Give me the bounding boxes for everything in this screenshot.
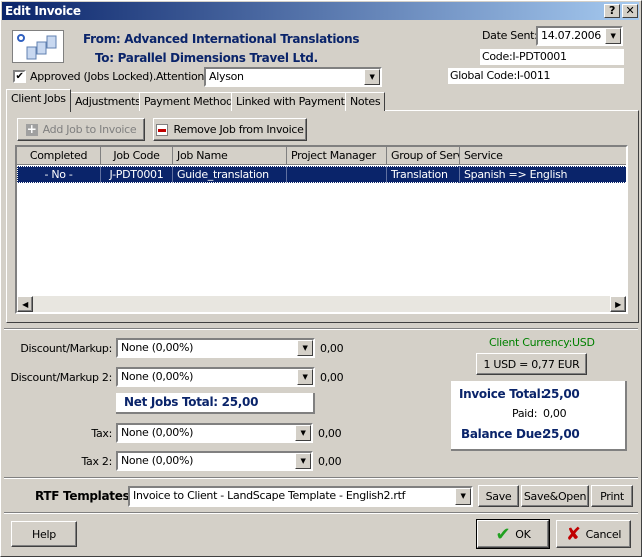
tax2-value-text: None (0,00%) [121,454,194,467]
col-completed[interactable]: Completed [17,147,101,165]
cell-service: Spanish => English [460,166,626,183]
tab-adjustments[interactable]: Adjustments [70,92,146,111]
save-open-button[interactable]: Save&Open [521,485,589,507]
col-job-code[interactable]: Job Code [101,147,173,165]
attention-select[interactable]: Alyson ▼ [204,67,382,87]
approved-checkbox[interactable]: ✔ [13,70,26,83]
cancel-button[interactable]: ✘ Cancel [556,520,631,548]
paid-label: Paid: [512,407,538,420]
tab-linked-with-payments[interactable]: Linked with Payments [231,92,356,111]
invoice-total-label: Invoice Total: [459,387,545,401]
tax2-amount: 0,00 [318,455,342,468]
divider [4,477,638,479]
remove-job-label: Remove Job from Invoice [173,123,304,136]
help-button[interactable]: Help [11,521,77,547]
ok-label: OK [515,527,531,541]
approved-label: Approved (Jobs Locked). [30,70,157,83]
global-code-field: Global Code:I-0011 [448,68,624,84]
col-project-manager[interactable]: Project Manager [287,147,387,165]
paid-value: 0,00 [543,407,567,420]
from-label: From: Advanced International Translation… [83,32,360,46]
discount2-value-text: None (0,00%) [121,370,194,383]
print-button[interactable]: Print [591,485,633,507]
client-currency: Client Currency:USD [489,336,595,349]
x-icon: ✘ [565,523,581,545]
code-field: Code:I-PDT0001 [480,49,624,65]
net-jobs-total: Net Jobs Total: 25,00 [116,393,315,414]
scroll-right-icon[interactable]: ▶ [610,296,626,312]
help-title-button[interactable]: ? [604,4,620,18]
dropdown-arrow-icon[interactable]: ▼ [297,340,313,356]
dropdown-arrow-icon[interactable]: ▼ [455,488,471,505]
tax-value-text: None (0,00%) [121,426,194,439]
cell-project-manager [287,166,387,183]
invoice-total-value: 25,00 [543,387,580,401]
dropdown-arrow-icon[interactable]: ▼ [364,69,380,85]
date-sent-value: 14.07.2006 [541,29,601,42]
horizontal-scrollbar[interactable]: ◀ ▶ [17,296,626,312]
discount2-label: Discount/Markup 2: [10,371,112,384]
date-sent-picker[interactable]: 14.07.2006 ▼ [536,26,623,46]
attention-value: Alyson [209,70,244,83]
close-button[interactable]: ✕ [622,4,638,18]
dropdown-arrow-icon[interactable]: ▼ [295,453,311,469]
dropdown-arrow-icon[interactable]: ▼ [605,28,621,44]
grid-header: Completed Job Code Job Name Project Mana… [17,147,626,165]
tax-label: Tax: [91,427,112,440]
minus-icon [156,123,169,136]
col-job-name[interactable]: Job Name [173,147,287,165]
col-group-of-services[interactable]: Group of Servi [387,147,460,165]
table-row[interactable]: - No - J-PDT0001 Guide_translation Trans… [17,166,626,183]
exchange-rate-button[interactable]: 1 USD = 0,77 EUR [476,353,587,375]
balance-due-label: Balance Due: [461,427,547,441]
discount2-amount: 0,00 [320,371,344,384]
date-sent-label: Date Sent: [482,29,538,42]
tax-amount: 0,00 [318,427,342,440]
title-bar: Edit Invoice [2,2,639,20]
balance-due-value: 25,00 [543,427,580,441]
scroll-left-icon[interactable]: ◀ [17,296,33,312]
divider [4,512,638,514]
rtf-template-value: Invoice to Client - LandScape Template -… [133,489,406,502]
cell-completed: - No - [17,166,101,183]
cell-job-name: Guide_translation [173,166,287,183]
jobs-grid: Completed Job Code Job Name Project Mana… [15,145,628,314]
discount-select[interactable]: None (0,00%) ▼ [116,338,315,358]
checkmark-icon: ✔ [495,523,511,545]
attention-label: Attention: [156,70,208,83]
discount-label: Discount/Markup: [20,342,112,355]
discount2-select[interactable]: None (0,00%) ▼ [116,367,315,387]
tab-client-jobs[interactable]: Client Jobs [6,89,71,112]
cancel-label: Cancel [585,527,622,541]
col-service[interactable]: Service [460,147,626,165]
tab-payment-method[interactable]: Payment Method [139,92,238,111]
add-job-button[interactable]: + Add Job to Invoice [17,118,145,141]
dropdown-arrow-icon[interactable]: ▼ [297,369,313,385]
divider [4,328,638,330]
tax2-label: Tax 2: [81,455,112,468]
rtf-template-select[interactable]: Invoice to Client - LandScape Template -… [128,486,473,507]
tab-notes[interactable]: Notes [345,92,386,111]
ok-button[interactable]: ✔ OK [476,519,550,549]
invoice-summary: Invoice Total: 25,00 Paid: 0,00 Balance … [451,381,627,451]
discount-amount: 0,00 [320,342,344,355]
remove-job-button[interactable]: Remove Job from Invoice [153,118,307,141]
window-title: Edit Invoice [5,4,81,18]
rtf-templates-label: RTF Templates: [35,489,134,503]
tax-select[interactable]: None (0,00%) ▼ [116,423,313,443]
tax2-select[interactable]: None (0,00%) ▼ [116,451,313,471]
plus-icon: + [25,121,38,136]
discount-value-text: None (0,00%) [121,341,194,354]
cell-job-code: J-PDT0001 [101,166,173,183]
cell-group: Translation [387,166,460,183]
invoice-logo-icon [12,30,64,63]
add-job-label: Add Job to Invoice [42,123,137,136]
dropdown-arrow-icon[interactable]: ▼ [295,425,311,441]
save-button[interactable]: Save [478,485,519,507]
to-label: To: Parallel Dimensions Travel Ltd. [95,51,318,65]
